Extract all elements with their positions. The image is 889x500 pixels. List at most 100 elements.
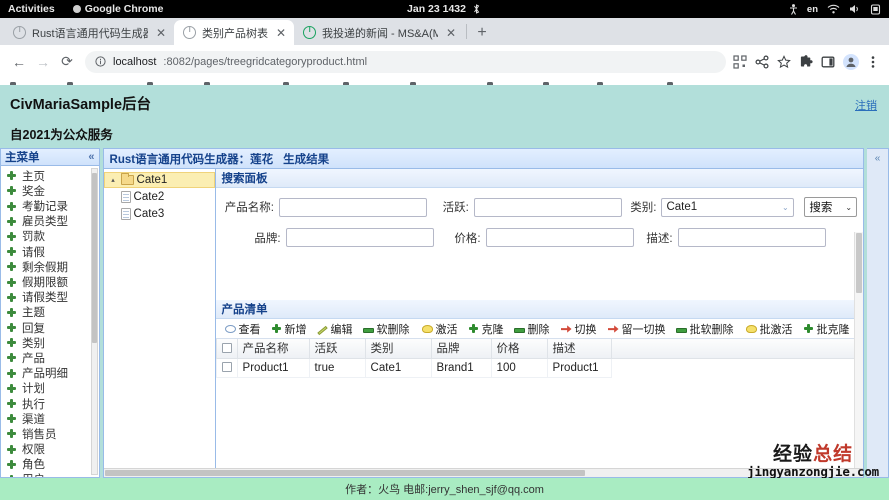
- sidebar-item-12[interactable]: 产品: [1, 350, 99, 365]
- sidebar-item-11[interactable]: 类别: [1, 335, 99, 350]
- toolbar-add-button[interactable]: 新增: [266, 320, 312, 338]
- sidebar-item-5[interactable]: 请假: [1, 244, 99, 259]
- toolbar-clone-button[interactable]: 克隆: [463, 320, 509, 338]
- row-checkbox[interactable]: [221, 362, 232, 373]
- toolbar-edit-button[interactable]: 编辑: [312, 320, 358, 338]
- extensions-icon[interactable]: [799, 54, 813, 69]
- sidebar-item-label: 执行: [22, 398, 45, 411]
- toolbar-activate-button[interactable]: 激活: [415, 320, 463, 338]
- sidebar-item-7[interactable]: 假期限额: [1, 274, 99, 289]
- browser-tab-1[interactable]: 类别产品树表 ✕: [174, 20, 294, 45]
- collapse-right-icon[interactable]: «: [875, 153, 881, 477]
- sidebar-item-6[interactable]: 剩余假期: [1, 259, 99, 274]
- cell-description: Product1: [546, 357, 612, 378]
- col-header-price[interactable]: 价格: [490, 339, 548, 359]
- scrollbar-thumb[interactable]: [91, 173, 97, 344]
- share-icon[interactable]: [755, 55, 769, 69]
- forward-icon[interactable]: →: [32, 51, 54, 73]
- scrollbar-thumb[interactable]: [104, 470, 585, 476]
- col-header-active[interactable]: 活跃: [308, 339, 366, 359]
- brand-input[interactable]: [285, 228, 434, 247]
- active-input[interactable]: [473, 197, 622, 217]
- sidebar-item-2[interactable]: 考勤记录: [1, 198, 99, 213]
- sidebar-item-15[interactable]: 执行: [1, 396, 99, 411]
- page-subtitle: 自2021为公众服务: [10, 128, 113, 142]
- new-tab-button[interactable]: +: [469, 20, 495, 45]
- description-input[interactable]: [677, 228, 826, 247]
- sidebar-item-13[interactable]: 产品明细: [1, 366, 99, 381]
- star-icon[interactable]: [777, 54, 791, 69]
- product-name-label: 产品名称:: [224, 202, 274, 214]
- row-select-cell[interactable]: [215, 357, 238, 378]
- toolbar-batch-softdelete-button[interactable]: 批软删除: [671, 320, 739, 338]
- sidebar-item-0[interactable]: 主页: [1, 168, 99, 183]
- os-status-area[interactable]: en: [789, 4, 881, 15]
- tree-node-label: Cate3: [133, 207, 165, 220]
- scrollbar-thumb[interactable]: [856, 233, 862, 293]
- sidebar-item-1[interactable]: 奖金: [1, 183, 99, 198]
- select-all-header[interactable]: [215, 339, 238, 359]
- sidebar-item-18[interactable]: 权限: [1, 441, 99, 456]
- sidebar-item-14[interactable]: 计划: [1, 381, 99, 396]
- price-input[interactable]: [485, 228, 634, 247]
- sidepanel-icon[interactable]: [821, 55, 835, 69]
- toolbar-softdelete-button[interactable]: 软删除: [358, 320, 415, 338]
- sidebar-item-17[interactable]: 销售员: [1, 426, 99, 441]
- reload-icon[interactable]: ⟳: [56, 51, 78, 73]
- col-header-product-name[interactable]: 产品名称: [236, 339, 310, 359]
- close-icon[interactable]: ✕: [444, 27, 458, 39]
- tree-node-cate2[interactable]: Cate2: [104, 188, 215, 205]
- product-name-input[interactable]: [279, 197, 427, 217]
- category-tree: ▴ Cate1 Cate2 Cate3: [103, 169, 216, 468]
- search-button[interactable]: 搜索 ⌄: [804, 197, 858, 217]
- toolbar-delete-button[interactable]: 删除: [509, 320, 555, 338]
- right-collapse-strip[interactable]: «: [867, 148, 889, 478]
- table-row[interactable]: Product1 true Cate1 Brand1 100 Product1: [215, 357, 862, 378]
- sidebar-item-3[interactable]: 雇员类型: [1, 214, 99, 229]
- chevron-down-icon[interactable]: ▴: [109, 176, 118, 184]
- sidebar-item-16[interactable]: 渠道: [1, 411, 99, 426]
- select-all-checkbox[interactable]: [221, 343, 232, 354]
- logout-link[interactable]: 注销: [855, 97, 877, 113]
- tree-node-cate3[interactable]: Cate3: [104, 205, 215, 222]
- toolbar-label: 删除: [527, 323, 550, 336]
- col-header-description[interactable]: 描述: [546, 339, 612, 359]
- sidebar-item-9[interactable]: 主题: [1, 305, 99, 320]
- toolbar-keep-one-toggle-button[interactable]: 留一切换: [602, 320, 671, 338]
- sidebar-item-4[interactable]: 罚款: [1, 229, 99, 244]
- address-bar[interactable]: localhost:8082/pages/treegridcategorypro…: [85, 50, 726, 73]
- back-icon[interactable]: ←: [8, 51, 30, 73]
- grid-vertical-scrollbar[interactable]: [854, 232, 863, 476]
- toolbar-batch-clone-button[interactable]: 批克隆: [798, 320, 855, 338]
- sidebar-scrollbar[interactable]: [90, 168, 98, 475]
- sidebar-item-20[interactable]: 用户: [1, 472, 99, 477]
- os-clock[interactable]: Jan 23 1432: [407, 3, 482, 15]
- browser-tab-2[interactable]: 我投递的新闻 - MS&A(M… ✕: [294, 20, 464, 45]
- active-app-indicator[interactable]: Google Chrome: [72, 3, 163, 15]
- close-icon[interactable]: ✕: [274, 27, 288, 39]
- toolbar-toggle-button[interactable]: 切换: [555, 320, 602, 338]
- toolbar-batch-activate-button[interactable]: 批激活: [739, 320, 798, 338]
- menu-icon[interactable]: [867, 55, 879, 69]
- col-header-brand[interactable]: 品牌: [430, 339, 492, 359]
- browser-tab-0[interactable]: Rust语言通用代码生成器 ✕: [4, 20, 174, 45]
- expand-plus-icon: [6, 428, 17, 439]
- qr-icon[interactable]: [733, 54, 747, 69]
- collapse-left-icon[interactable]: «: [88, 151, 94, 163]
- toolbar-view-button[interactable]: 查看: [219, 320, 266, 338]
- sidebar-item-label: 请假: [22, 246, 45, 259]
- tree-node-cate1[interactable]: ▴ Cate1: [103, 172, 215, 188]
- category-select[interactable]: Cate1 ⌄: [661, 197, 794, 217]
- sidebar-item-19[interactable]: 角色: [1, 457, 99, 472]
- sidebar-item-8[interactable]: 请假类型: [1, 290, 99, 305]
- content-horizontal-scrollbar[interactable]: [103, 468, 863, 477]
- activities-button[interactable]: Activities: [8, 3, 55, 15]
- col-header-category[interactable]: 类别: [364, 339, 432, 359]
- chevron-down-icon: ⌄: [845, 202, 853, 212]
- keyboard-layout: en: [806, 3, 818, 15]
- generate-result-link[interactable]: 生成结果: [283, 151, 329, 167]
- sidebar-item-10[interactable]: 回复: [1, 320, 99, 335]
- profile-icon[interactable]: [843, 53, 859, 70]
- close-icon[interactable]: ✕: [154, 27, 168, 39]
- pencil-icon: [316, 325, 328, 336]
